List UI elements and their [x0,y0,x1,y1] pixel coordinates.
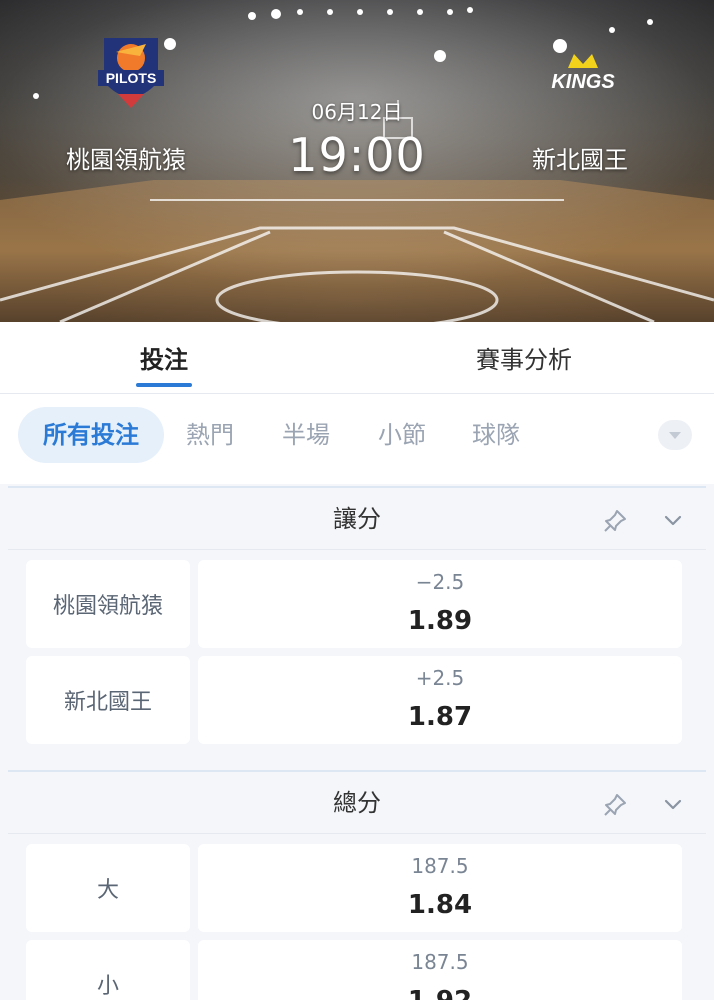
odds-price: 1.87 [407,702,473,732]
chevron-down-icon[interactable] [660,508,686,532]
handicap-line: +2.5 [415,666,465,690]
kings-team-logo: KINGS [551,54,615,93]
bet-selection-label: 大 [26,844,190,932]
market-title: 總分 [333,789,381,817]
total-line: 187.5 [411,854,469,878]
bet-selection-label: 新北國王 [26,656,190,744]
market-header[interactable]: 讓分 [8,488,706,550]
market-header[interactable]: 總分 [8,772,706,834]
market-handicap: 讓分 桃園領航猿 −2.5 1.89 新北國王 +2.5 1.87 [8,486,706,766]
match-hero-banner: PILOTS 桃園領航猿 KINGS 新北國王 06月12日 19:00 [0,0,714,322]
pin-icon[interactable] [602,792,628,818]
odds-price: 1.84 [407,890,473,920]
odds-button[interactable]: 187.5 1.84 [198,844,682,932]
odds-price: 1.89 [407,606,473,636]
filter-half-time[interactable]: 半場 [282,407,330,463]
odds-price: 1.92 [198,986,682,1000]
bet-row: 桃園領航猿 −2.5 1.89 [8,550,706,648]
caret-down-icon[interactable] [658,420,692,450]
bet-row: 新北國王 +2.5 1.87 [8,646,706,744]
tab-bets[interactable]: 投注 [136,340,192,387]
svg-text:PILOTS: PILOTS [106,70,157,86]
svg-text:KINGS: KINGS [551,71,615,93]
filter-teams[interactable]: 球隊 [472,407,520,463]
pin-icon[interactable] [602,508,628,534]
market-total: 總分 大 187.5 1.84 小 187.5 1.92 [8,770,706,1000]
chevron-down-icon[interactable] [660,792,686,816]
bet-row: 大 187.5 1.84 [8,834,706,932]
bet-selection-label: 小 [26,940,190,1000]
odds-button[interactable]: 187.5 1.92 [198,940,682,1000]
tab-match-analysis[interactable]: 賽事分析 [476,340,572,375]
odds-button[interactable]: −2.5 1.89 [198,560,682,648]
total-line: 187.5 [411,950,469,974]
bet-selection-label: 桃園領航猿 [26,560,190,648]
match-time: 19:00 [288,128,426,182]
filter-popular[interactable]: 熱門 [186,407,234,463]
market-title: 讓分 [333,505,381,533]
bet-row: 小 187.5 1.92 [8,930,706,1000]
filter-quarters[interactable]: 小節 [378,407,426,463]
filter-all-bets[interactable]: 所有投注 [18,407,164,463]
match-date: 06月12日 [311,100,403,124]
odds-button[interactable]: +2.5 1.87 [198,656,682,744]
main-tab-bar: 投注 賽事分析 [0,322,714,394]
bet-filter-bar: 所有投注 熱門 半場 小節 球隊 [0,394,714,484]
handicap-line: −2.5 [415,570,465,594]
